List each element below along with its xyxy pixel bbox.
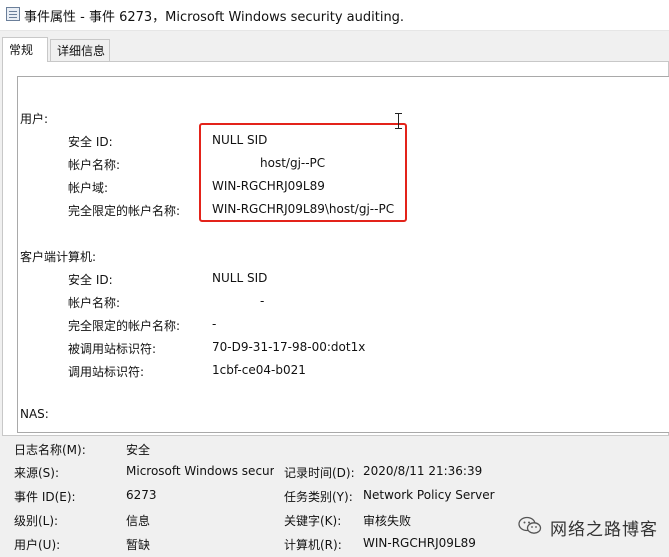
user-label: 用户(U): xyxy=(14,538,61,552)
source-value: Microsoft Windows security auditing. xyxy=(126,464,274,478)
tab-details[interactable]: 详细信息 xyxy=(50,39,110,61)
title-bar: 事件属性 - 事件 6273，Microsoft Windows securit… xyxy=(0,0,669,31)
computer-label: 计算机(R): xyxy=(284,538,342,552)
user-section-title: 用户: xyxy=(20,112,49,126)
event-viewer-icon xyxy=(6,7,20,21)
event-id-label: 事件 ID(E): xyxy=(14,490,76,504)
called-station-id-value: 70-D9-31-17-98-00:dot1x xyxy=(212,340,366,354)
level-label: 级别(L): xyxy=(14,514,59,528)
client-fq-account-name-label: 完全限定的帐户名称: xyxy=(68,319,181,333)
logged-value: 2020/8/11 21:36:39 xyxy=(363,464,483,478)
task-category-value: Network Policy Server xyxy=(363,488,495,502)
calling-station-id-label: 调用站标识符: xyxy=(68,365,145,379)
log-name-value: 安全 xyxy=(126,443,151,457)
keywords-value: 审核失败 xyxy=(363,514,412,528)
client-security-id-label: 安全 ID: xyxy=(68,273,113,287)
user-account-name-label: 帐户名称: xyxy=(68,158,121,172)
user-value: 暂缺 xyxy=(126,538,151,552)
event-description[interactable]: 用户: 安全 ID: NULL SID 帐户名称: host/gj--PC 帐户… xyxy=(17,76,669,433)
computer-value: WIN-RGCHRJ09L89 xyxy=(363,536,476,550)
source-label: 来源(S): xyxy=(14,466,60,480)
client-fq-account-name-value: - xyxy=(212,317,217,331)
log-name-label: 日志名称(M): xyxy=(14,443,86,457)
highlight-box xyxy=(199,123,407,222)
text-cursor-icon xyxy=(395,113,402,129)
user-fq-account-name-label: 完全限定的帐户名称: xyxy=(68,204,181,218)
tab-general[interactable]: 常规 xyxy=(2,37,48,62)
logged-label: 记录时间(D): xyxy=(284,466,355,480)
user-account-domain-label: 帐户域: xyxy=(68,181,109,195)
calling-station-id-value: 1cbf-ce04-b021 xyxy=(212,363,306,377)
wechat-icon xyxy=(518,516,542,534)
nas-section-title: NAS: xyxy=(20,407,49,421)
task-category-label: 任务类别(Y): xyxy=(284,490,353,504)
tab-bar: 常规 详细信息 xyxy=(0,37,669,62)
called-station-id-label: 被调用站标识符: xyxy=(68,342,157,356)
client-account-name-value: - xyxy=(260,294,265,308)
client-section-title: 客户端计算机: xyxy=(20,250,97,264)
keywords-label: 关键字(K): xyxy=(284,514,342,528)
watermark-text: 网络之路博客 xyxy=(550,520,658,540)
client-security-id-value: NULL SID xyxy=(212,271,268,285)
window-title: 事件属性 - 事件 6273，Microsoft Windows securit… xyxy=(24,10,405,25)
client-account-name-label: 帐户名称: xyxy=(68,296,121,310)
event-id-value: 6273 xyxy=(126,488,157,502)
user-security-id-label: 安全 ID: xyxy=(68,135,113,149)
level-value: 信息 xyxy=(126,514,151,528)
general-panel: 用户: 安全 ID: NULL SID 帐户名称: host/gj--PC 帐户… xyxy=(2,61,669,436)
